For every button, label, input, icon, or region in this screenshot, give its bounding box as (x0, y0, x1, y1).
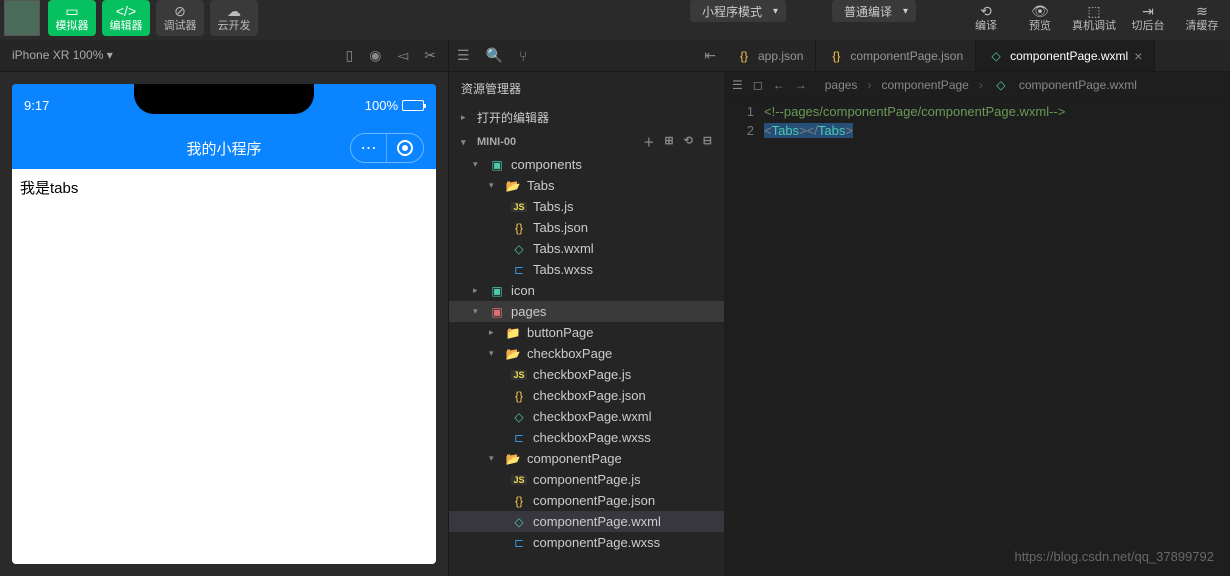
new-folder-icon[interactable]: ⊞ (664, 134, 673, 150)
close-icon[interactable]: × (1134, 48, 1142, 64)
record-icon[interactable]: ◉ (369, 47, 381, 64)
editor-button[interactable]: </>编辑器 (102, 0, 150, 36)
file-component-wxml[interactable]: ◇componentPage.wxml (449, 511, 724, 532)
collapse-icon[interactable]: ⇤ (704, 47, 716, 64)
simulator-button[interactable]: ▭模拟器 (48, 0, 96, 36)
file-component-js[interactable]: JScomponentPage.js (449, 469, 724, 490)
bookmark-icon[interactable]: ◻ (753, 78, 763, 92)
remote-debug-button[interactable]: ⬚真机调试 (1070, 0, 1118, 36)
folder-components[interactable]: ▾▣components (449, 154, 724, 175)
project-section[interactable]: ▾MINI-00 ＋ ⊞ ⟲ ⊟ (449, 130, 724, 154)
folder-icon[interactable]: ▸▣icon (449, 280, 724, 301)
folder-checkboxpage[interactable]: ▾📂checkboxPage (449, 343, 724, 364)
open-editors-section[interactable]: ▸打开的编辑器 (449, 105, 724, 130)
file-checkbox-wxss[interactable]: ⊏checkboxPage.wxss (449, 427, 724, 448)
watermark: https://blog.csdn.net/qq_37899792 (1015, 549, 1215, 564)
explorer-toggle-icon[interactable]: ☰ (457, 47, 470, 64)
folder-tabs[interactable]: ▾📂Tabs (449, 175, 724, 196)
simulator-panel: iPhone XR 100% ▾ ▯ ◉ ◅ ✂ 9:17 100% 我的小程序 (0, 40, 448, 576)
git-icon[interactable]: ⑂ (519, 48, 527, 64)
battery-percent: 100% (365, 98, 398, 113)
crumb-componentpage[interactable]: componentPage (881, 78, 968, 92)
tab-componentpage-wxml[interactable]: ◇componentPage.wxml× (976, 40, 1155, 71)
mode-dropdown[interactable]: 小程序模式 (690, 0, 786, 22)
explorer-panel: ☰ 🔍 ⑂ ⇤ 资源管理器 ▸打开的编辑器 ▾MINI-00 ＋ ⊞ ⟲ ⊟ ▾… (448, 40, 724, 576)
breadcrumb: ☰ ◻ ← → pages› componentPage› ◇component… (724, 72, 1230, 98)
compile-dropdown[interactable]: 普通编译 (832, 0, 916, 22)
forward-icon[interactable]: → (795, 78, 807, 92)
editor-tabs: {}app.json {}componentPage.json ◇compone… (724, 40, 1230, 72)
avatar[interactable] (4, 0, 40, 36)
collapse-all-icon[interactable]: ⊟ (703, 134, 712, 150)
crumb-pages[interactable]: pages (825, 78, 858, 92)
capsule-menu-button[interactable]: ⋯ (351, 134, 387, 162)
cloud-button[interactable]: ☁云开发 (210, 0, 258, 36)
device-select[interactable]: iPhone XR 100% ▾ (12, 48, 113, 62)
tab-componentpage-json[interactable]: {}componentPage.json (816, 40, 976, 71)
new-file-icon[interactable]: ＋ (643, 134, 654, 150)
folder-componentpage[interactable]: ▾📂componentPage (449, 448, 724, 469)
file-checkbox-wxml[interactable]: ◇checkboxPage.wxml (449, 406, 724, 427)
capsule: ⋯ (350, 133, 424, 163)
background-button[interactable]: ⇥切后台 (1124, 0, 1172, 36)
list-icon[interactable]: ☰ (732, 78, 743, 92)
device-orientation-icon[interactable]: ▯ (346, 47, 354, 64)
clear-cache-button[interactable]: ≋清缓存 (1178, 0, 1226, 36)
refresh-icon[interactable]: ⟲ (684, 134, 693, 150)
battery-icon (402, 100, 424, 111)
file-checkbox-js[interactable]: JScheckboxPage.js (449, 364, 724, 385)
line-gutter: 12 (724, 98, 764, 144)
back-icon[interactable]: ← (773, 78, 785, 92)
preview-button[interactable]: 👁预览 (1016, 0, 1064, 36)
top-toolbar: ▭模拟器 </>编辑器 ⊘调试器 ☁云开发 小程序模式 普通编译 ⟲编译 👁预览… (0, 0, 1230, 40)
file-tabs-json[interactable]: {}Tabs.json (449, 217, 724, 238)
folder-buttonpage[interactable]: ▸📁buttonPage (449, 322, 724, 343)
file-tabs-js[interactable]: JSTabs.js (449, 196, 724, 217)
file-tree: ▸打开的编辑器 ▾MINI-00 ＋ ⊞ ⟲ ⊟ ▾▣components ▾📂… (449, 105, 724, 576)
phone-preview: 9:17 100% 我的小程序 ⋯ 我是tabs (12, 84, 436, 564)
file-checkbox-json[interactable]: {}checkboxPage.json (449, 385, 724, 406)
editor-panel: {}app.json {}componentPage.json ◇compone… (724, 40, 1230, 576)
file-component-wxss[interactable]: ⊏componentPage.wxss (449, 532, 724, 553)
file-tabs-wxml[interactable]: ◇Tabs.wxml (449, 238, 724, 259)
capsule-close-button[interactable] (387, 134, 423, 162)
code-area[interactable]: 12 <!--pages/componentPage/componentPage… (724, 98, 1230, 144)
mute-icon[interactable]: ◅ (397, 47, 408, 64)
file-tabs-wxss[interactable]: ⊏Tabs.wxss (449, 259, 724, 280)
compile-button[interactable]: ⟲编译 (962, 0, 1010, 36)
phone-notch (134, 84, 314, 114)
search-icon[interactable]: 🔍 (486, 47, 503, 64)
app-title: 我的小程序 (186, 141, 261, 158)
tab-app-json[interactable]: {}app.json (724, 40, 816, 71)
debugger-button[interactable]: ⊘调试器 (156, 0, 204, 36)
status-time: 9:17 (24, 98, 49, 113)
folder-pages[interactable]: ▾▣pages (449, 301, 724, 322)
explorer-title: 资源管理器 (449, 72, 724, 105)
cut-icon[interactable]: ✂ (424, 47, 436, 64)
crumb-file[interactable]: componentPage.wxml (1019, 78, 1137, 92)
phone-content: 我是tabs (12, 169, 436, 564)
file-component-json[interactable]: {}componentPage.json (449, 490, 724, 511)
